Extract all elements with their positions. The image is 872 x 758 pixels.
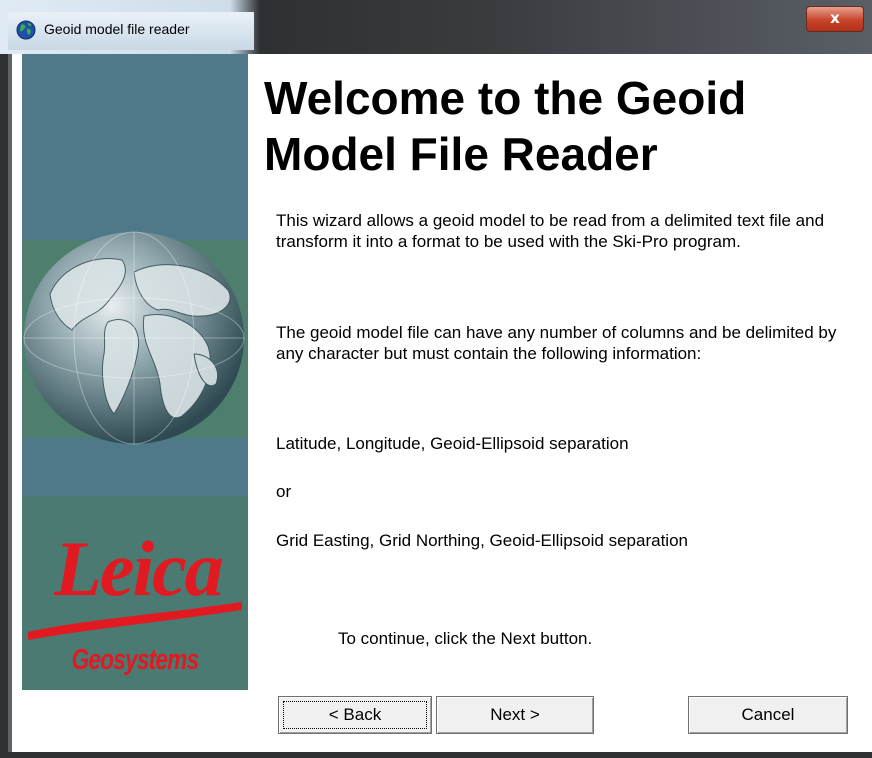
option-grid: Grid Easting, Grid Northing, Geoid-Ellip… [276, 531, 688, 550]
wizard-window: Geoid model file reader x Leica Geosyste… [0, 0, 872, 758]
back-button[interactable]: < Back [278, 696, 432, 734]
next-button[interactable]: Next > [436, 696, 594, 734]
title-bar[interactable]: Geoid model file reader x [0, 0, 872, 54]
window-frame-highlight [8, 54, 12, 758]
continue-hint: To continue, click the Next button. [338, 629, 593, 648]
or-text: or [276, 482, 292, 501]
title-line-1: Welcome to the Geoid [264, 72, 747, 124]
window-title: Geoid model file reader [44, 21, 190, 37]
intro-text: This wizard allows a geoid model to be r… [276, 211, 825, 251]
cancel-button[interactable]: Cancel [688, 696, 848, 734]
option-lat-lon: Latitude, Longitude, Geoid-Ellipsoid sep… [276, 434, 629, 453]
page-title: Welcome to the Geoid Model File Reader [264, 70, 864, 182]
globe-app-icon [16, 20, 36, 40]
close-button[interactable]: x [806, 6, 864, 32]
cancel-button-label: Cancel [741, 705, 795, 724]
focus-rectangle [283, 701, 427, 729]
next-button-label: Next > [490, 705, 540, 724]
columns-info-text: The geoid model file can have any number… [276, 323, 837, 363]
window-frame-bottom [0, 752, 872, 758]
close-icon: x [830, 9, 840, 27]
geosystems-logo: Geosystems [71, 644, 200, 676]
title-line-2: Model File Reader [264, 128, 658, 180]
wizard-side-image: Leica Geosystems [22, 54, 248, 690]
logo-swoosh [28, 602, 242, 640]
